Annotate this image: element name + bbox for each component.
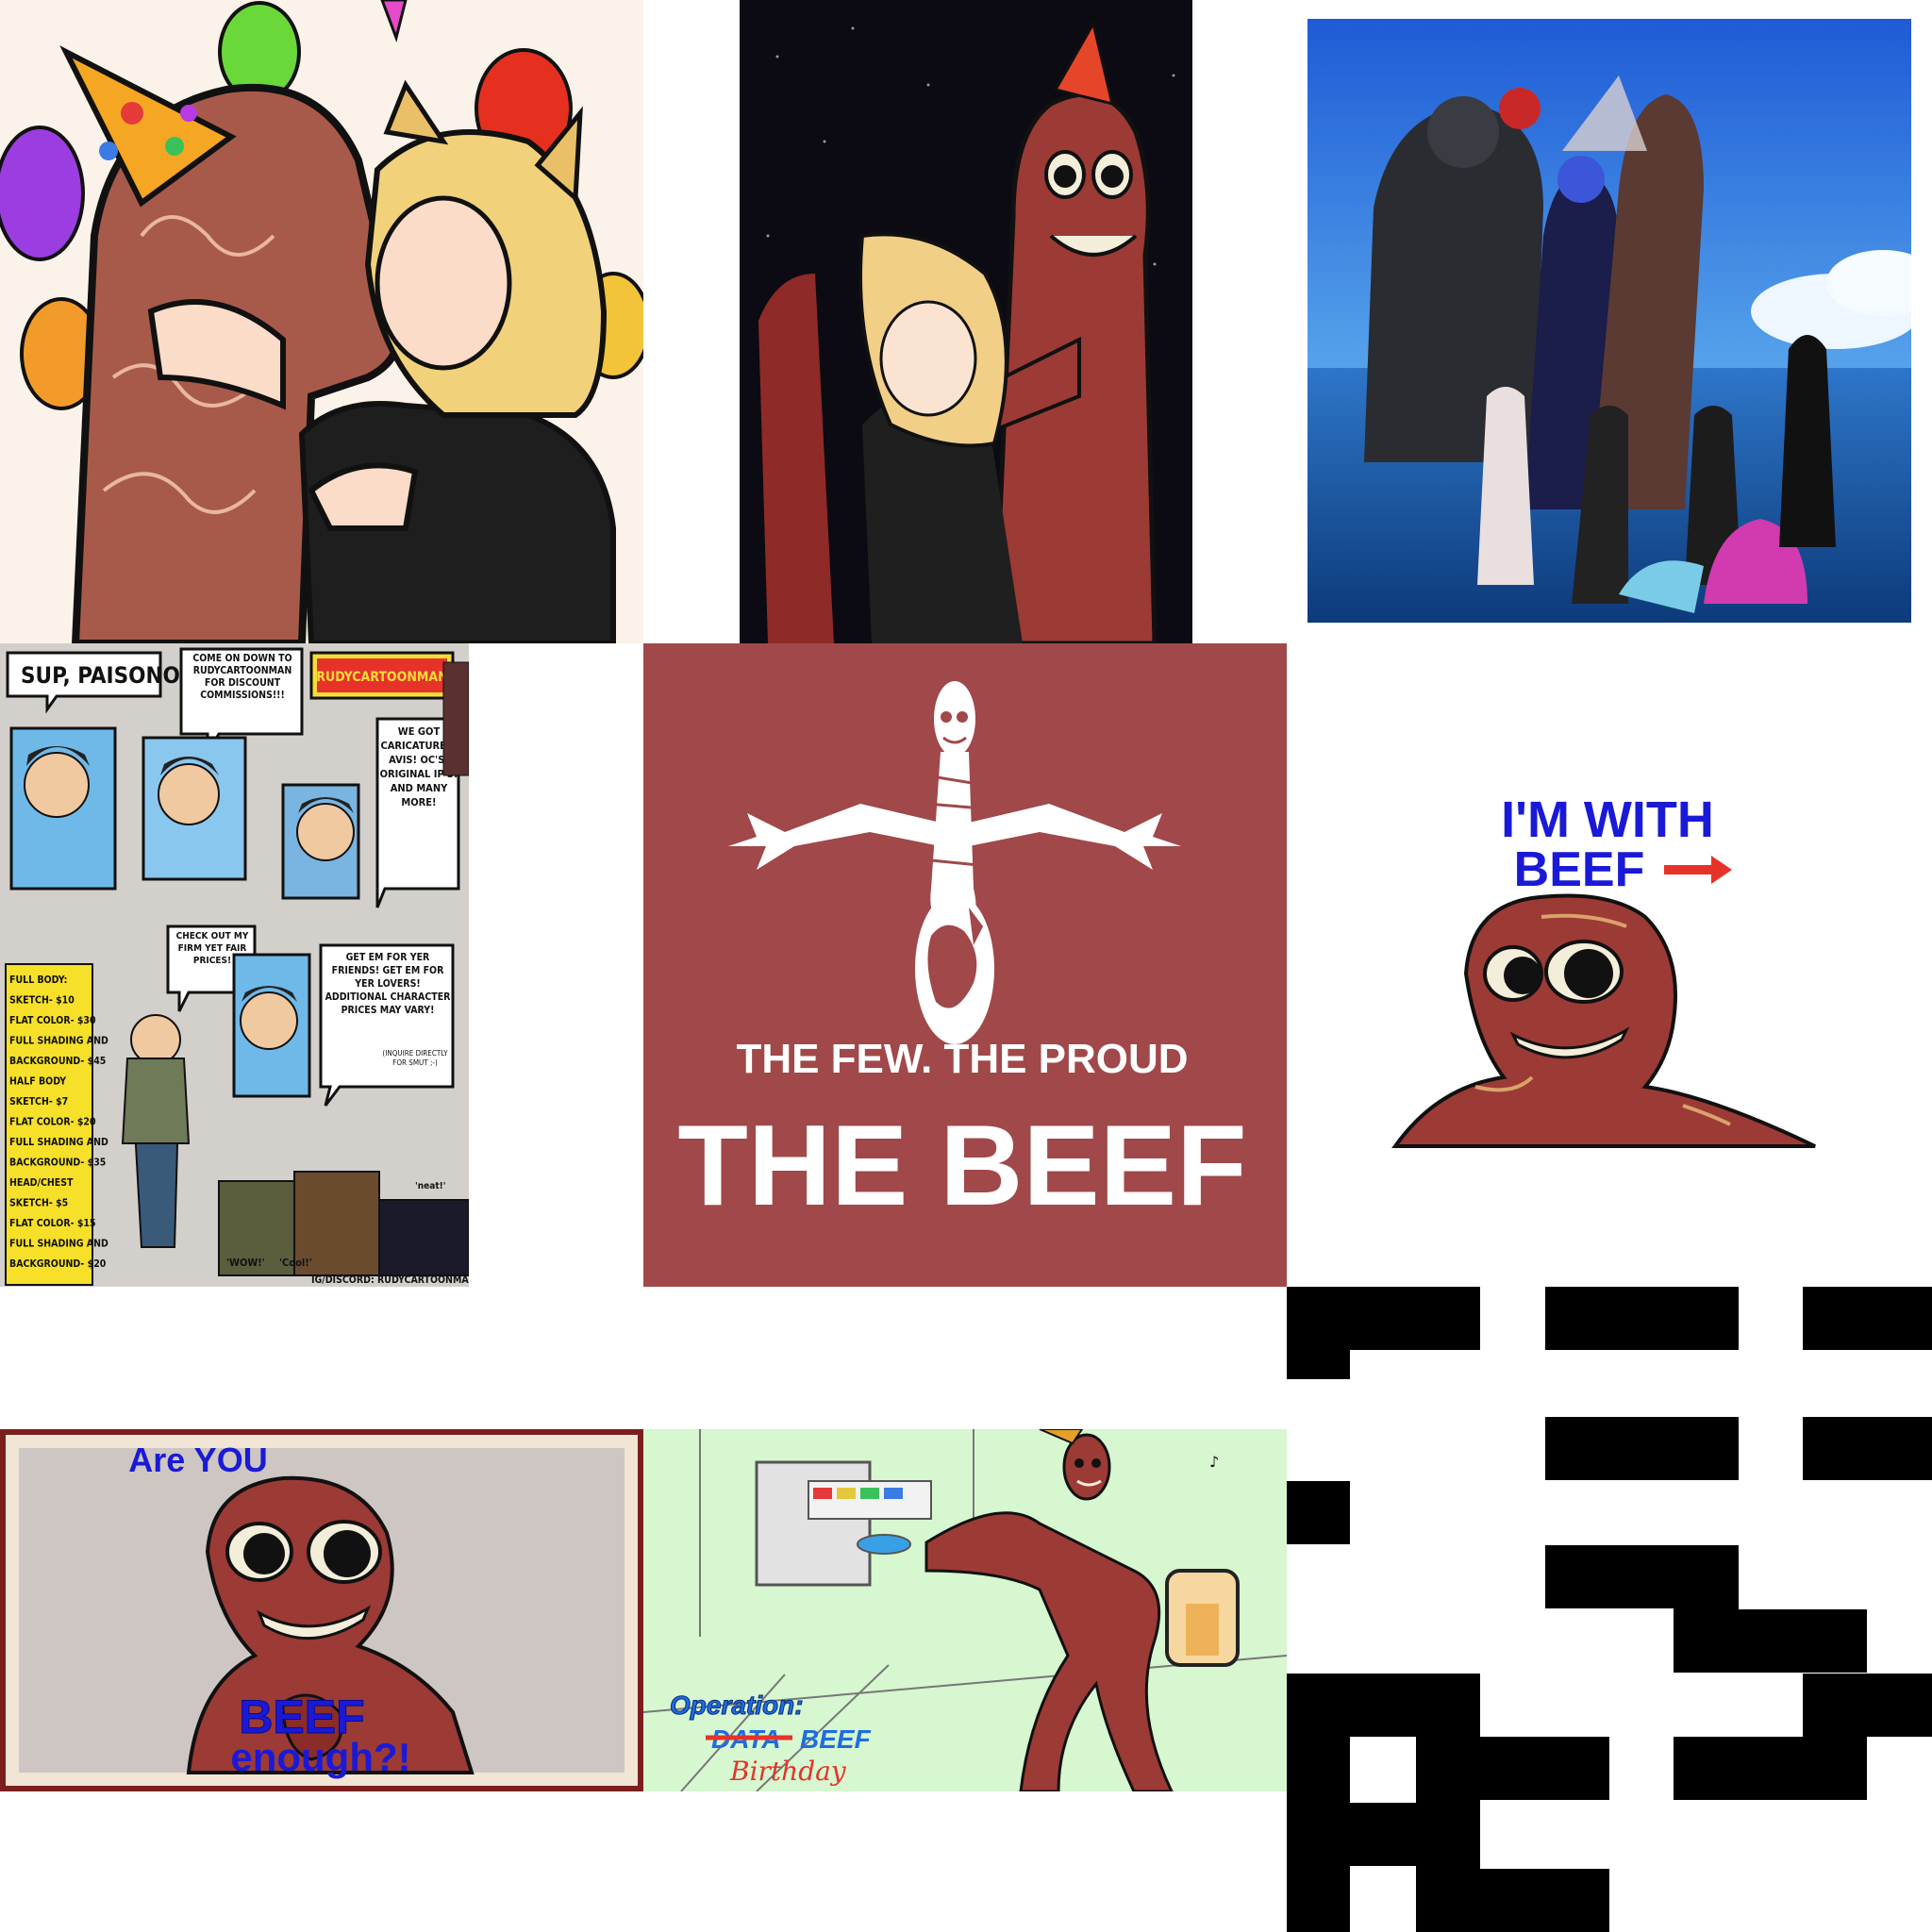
price-line: FLAT COLOR- $30	[9, 1015, 96, 1026]
operation-beef-artwork: ♪ Operation: DATA BEEF Birthday	[643, 1429, 1287, 1791]
price-line: HALF BODY	[9, 1076, 66, 1088]
headline: THE BEEF	[677, 1101, 1246, 1229]
vr-group-photo	[1307, 19, 1911, 623]
enough-text: enough?!	[230, 1735, 410, 1779]
price-line: FULL SHADING AND	[9, 1239, 108, 1250]
are-you-beef-graphic: Are YOU BEEF enough?!	[0, 1429, 643, 1791]
tagline: THE FEW. THE PROUD	[736, 1036, 1188, 1082]
qr-code-pattern	[1287, 1287, 1932, 1932]
price-line: SKETCH- $7	[9, 1096, 68, 1108]
price-list: FULL BODY: SKETCH- $10 FLAT COLOR- $30 FULL…	[9, 974, 108, 1270]
price-line: SKETCH- $5	[9, 1198, 68, 1209]
birthday-handwritten: Birthday	[729, 1756, 847, 1787]
qr-code-fragment	[1287, 1287, 1932, 1932]
bubble-get-em: GET EM FOR YER FRIENDS! GET EM FOR YER L…	[325, 952, 451, 1016]
price-line: SKETCH- $10	[9, 995, 75, 1007]
commission-sheet: SUP, PAISONOS! COME ON DOWN TO RUDYCARTO…	[0, 643, 469, 1287]
bubble-inquire: (INQUIRE DIRECTLY FOR SMUT ;-)	[382, 1049, 448, 1067]
are-you-text: Are YOU	[128, 1441, 267, 1479]
recruitment-poster: THE FEW. THE PROUD THE BEEF	[643, 643, 1287, 1287]
im-with-text: I'M WITH	[1501, 791, 1714, 848]
price-line: FULL BODY:	[9, 974, 67, 986]
rudycartoonman-logo: RUDYCARTOONMAN	[316, 670, 447, 685]
operation-beef-graphic: ♪ Operation: DATA BEEF Birthday	[643, 1429, 1287, 1791]
are-you-beef-poster: Are YOU BEEF enough?!	[0, 1429, 643, 1791]
im-with-beef-graphic: I'M WITH BEEF	[1287, 643, 1932, 1287]
im-with-beef-meme: I'M WITH BEEF	[1287, 643, 1932, 1287]
party-hug-artwork	[0, 0, 643, 643]
caption-cool: 'Cool!'	[279, 1257, 312, 1269]
night-hug-illustration	[740, 0, 1192, 643]
price-line: BACKGROUND- $35	[9, 1158, 106, 1169]
price-line: FULL SHADING AND	[9, 1137, 108, 1148]
price-line: BACKGROUND- $45	[9, 1056, 106, 1067]
price-line: FULL SHADING AND	[9, 1036, 108, 1047]
price-line: HEAD/CHEST	[9, 1177, 74, 1189]
vr-group-scene	[1307, 19, 1911, 623]
the-beef-poster: THE FEW. THE PROUD THE BEEF	[643, 643, 1287, 1287]
commission-comic: SUP, PAISONOS! COME ON DOWN TO RUDYCARTO…	[0, 643, 469, 1287]
caption-wow: 'WOW!'	[226, 1257, 265, 1269]
night-hug-artwork	[740, 0, 1192, 643]
contact-line: IG/DISCORD: RUDYCARTOONMAN	[311, 1274, 469, 1286]
music-note-icon: ♪	[1209, 1453, 1219, 1471]
price-line: BACKGROUND- $20	[9, 1258, 107, 1270]
price-line: FLAT COLOR- $15	[9, 1218, 96, 1229]
bubble-sup-paisonos: SUP, PAISONOS!	[21, 662, 204, 689]
bubble-come-on-down: COME ON DOWN TO RUDYCARTOONMAN FOR DISCO…	[192, 653, 292, 701]
caption-neat: 'neat!'	[415, 1181, 446, 1191]
operation-title: Operation:	[670, 1690, 804, 1720]
price-line: FLAT COLOR- $20	[9, 1117, 96, 1128]
party-hug-illustration	[0, 0, 643, 643]
beef-word: BEEF	[800, 1724, 872, 1754]
beef-text: BEEF	[1514, 842, 1645, 897]
